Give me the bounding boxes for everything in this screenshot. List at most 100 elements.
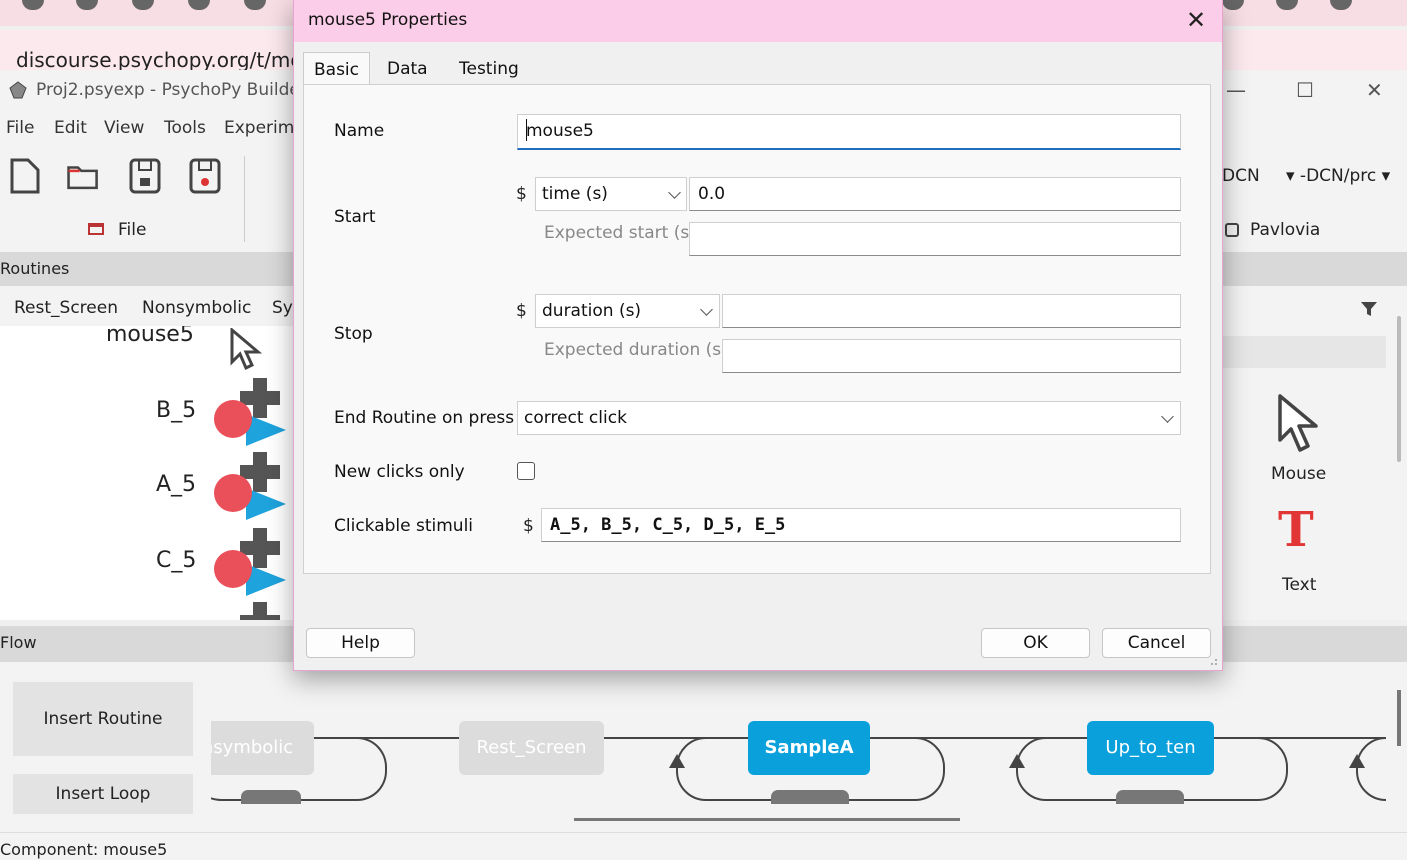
clickable-stimuli-input[interactable]: A_5, B_5, C_5, D_5, E_5 [541,508,1181,542]
url-text[interactable]: discourse.psychopy.org/t/mou [16,48,315,72]
triangle-shape-icon[interactable] [246,488,286,520]
dcn-label[interactable]: DCN [1222,166,1260,186]
tab-icon[interactable] [1330,0,1352,10]
expected-duration-label: Expected duration (s) [544,340,728,360]
components-scrollbar[interactable] [1397,316,1401,462]
loop-label-tag[interactable] [771,790,849,804]
save-as-icon[interactable] [188,156,222,196]
tab-icon[interactable] [22,0,44,10]
insert-loop-button[interactable]: Insert Loop [13,774,193,814]
component-name-b5[interactable]: B_5 [156,398,196,423]
help-button[interactable]: Help [306,628,415,658]
psychopy-app-icon [9,81,27,99]
mouse-component-icon[interactable] [1274,392,1320,456]
text-component-icon[interactable]: T [1278,506,1314,554]
close-window-icon[interactable]: ✕ [1366,78,1383,102]
mouse-component-label[interactable]: Mouse [1271,464,1326,484]
chevron-down-icon [668,186,681,199]
file-section-icon [88,223,104,235]
chevron-down-icon [700,303,713,316]
loop-arrow-icon [669,754,685,768]
plus-shape-icon[interactable] [240,602,280,620]
loop-arc[interactable] [1356,737,1386,801]
component-name-mouse5[interactable]: mouse5 [106,326,194,347]
tab-icon[interactable] [188,0,210,10]
flow-routine-samplea[interactable]: SampleA [748,721,870,775]
menu-edit[interactable]: Edit [54,118,87,138]
routines-label: Routines [0,259,70,278]
expected-start-input[interactable] [689,222,1181,256]
menu-tools[interactable]: Tools [164,118,206,138]
tab-testing[interactable]: Testing [449,52,529,86]
flow-vertical-scrollbar[interactable] [1397,690,1401,746]
new-clicks-checkbox[interactable] [517,462,535,480]
new-clicks-label: New clicks only [334,462,465,482]
tab-icon[interactable] [1222,0,1244,10]
open-folder-icon[interactable] [66,156,100,196]
tab-icon[interactable] [76,0,98,10]
pavlovia-icon [1225,223,1239,237]
triangle-shape-icon[interactable] [246,414,286,446]
flow-routine-rest-screen[interactable]: Rest_Screen [459,721,604,775]
menu-view[interactable]: View [104,118,144,138]
expected-duration-input[interactable] [722,339,1181,373]
component-category-highlight[interactable] [1222,336,1386,368]
start-value-input[interactable]: 0.0 [689,177,1181,211]
start-code-dollar: $ [516,184,527,204]
save-icon[interactable] [128,156,162,196]
routine-tab-nonsymbolic[interactable]: Nonsymbolic [142,298,251,318]
tab-icon[interactable] [132,0,154,10]
mouse-cursor-icon[interactable] [226,328,270,372]
dialog-title: mouse5 Properties [308,10,468,30]
loop-label-tag[interactable] [241,790,301,804]
component-name-a5[interactable]: A_5 [156,472,196,497]
flow-horizontal-scrollbar[interactable] [574,818,960,821]
minimize-icon[interactable]: — [1226,78,1246,102]
flow-routine-nonsymbolic[interactable]: nsymbolic [211,721,314,775]
tab-icon[interactable] [244,0,266,10]
text-cursor [526,119,527,141]
circle-shape-icon[interactable] [214,550,252,588]
ok-button[interactable]: OK [981,628,1090,658]
close-icon[interactable]: ✕ [1186,6,1206,34]
start-type-select[interactable]: time (s) [535,177,687,211]
routine-tab-rest-screen[interactable]: Rest_Screen [14,298,118,318]
status-bar [0,832,1407,860]
stop-label: Stop [334,324,373,344]
name-input[interactable]: mouse5 [517,114,1181,150]
stop-code-dollar: $ [516,301,527,321]
new-file-icon[interactable] [8,156,42,196]
flow-routine-up-to-ten[interactable]: Up_to_ten [1087,721,1214,775]
chevron-down-icon [1161,410,1174,423]
stop-type-select[interactable]: duration (s) [535,294,720,328]
loop-label-tag[interactable] [1116,790,1184,804]
filter-icon[interactable] [1360,300,1378,318]
stop-value-input[interactable] [722,294,1181,328]
routine-tab-symbolic[interactable]: Sy [272,298,293,318]
circle-shape-icon[interactable] [214,400,252,438]
text-component-label[interactable]: Text [1282,575,1316,595]
name-label: Name [334,121,385,141]
pavlovia-section-label: Pavlovia [1250,220,1321,240]
loop-arrow-icon [1009,754,1025,768]
insert-routine-button[interactable]: Insert Routine [13,682,193,756]
circle-shape-icon[interactable] [214,474,252,512]
tab-icon[interactable] [1276,0,1298,10]
basic-tab-panel [303,84,1211,574]
start-type-value: time (s) [542,184,608,204]
menu-file[interactable]: File [6,118,34,138]
expected-start-label: Expected start (s) [544,223,696,243]
cancel-button[interactable]: Cancel [1102,628,1211,658]
flow-canvas[interactable]: nsymbolic Rest_Screen SampleA Up_to_ten [211,690,1386,810]
resize-grip-icon[interactable] [1206,654,1218,666]
component-name-c5[interactable]: C_5 [156,548,196,573]
triangle-shape-icon[interactable] [246,564,286,596]
stop-type-value: duration (s) [542,301,642,321]
tab-data[interactable]: Data [377,52,438,86]
tab-basic[interactable]: Basic [303,52,371,87]
project-dropdown[interactable]: ▾ -DCN/prc ▾ [1286,166,1390,186]
start-label: Start [334,207,376,227]
maximize-icon[interactable]: ☐ [1296,78,1314,102]
end-routine-select[interactable]: correct click [517,401,1181,435]
end-routine-label: End Routine on press [334,408,515,428]
